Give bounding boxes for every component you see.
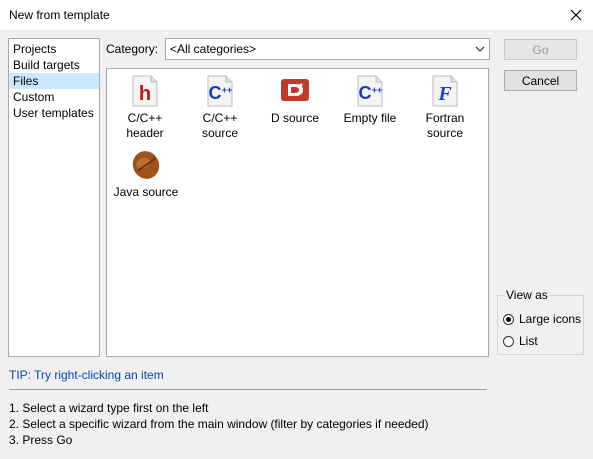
window-title: New from template bbox=[9, 8, 110, 22]
template-c-cpp-source[interactable]: C ++ C/C++ source bbox=[184, 75, 256, 141]
tip-text: TIP: Try right-clicking an item bbox=[9, 368, 164, 382]
template-fortran-source[interactable]: F Fortran source bbox=[409, 75, 481, 141]
cpp-source-icon: C ++ bbox=[207, 75, 233, 107]
go-button[interactable]: Go bbox=[504, 39, 577, 60]
template-grid[interactable]: h C/C++ header C ++ C/C++ source D sourc… bbox=[106, 68, 489, 357]
close-icon bbox=[570, 9, 582, 21]
svg-text:h: h bbox=[139, 83, 151, 105]
instruction-line: 3. Press Go bbox=[9, 433, 73, 447]
template-label: D source bbox=[270, 111, 320, 125]
category-dropdown[interactable]: <All categories> bbox=[165, 38, 490, 60]
divider bbox=[9, 389, 487, 390]
instruction-line: 1. Select a wizard type first on the lef… bbox=[9, 401, 209, 415]
category-label: Category: bbox=[106, 42, 159, 56]
sidebar-item-files[interactable]: Files bbox=[9, 73, 99, 89]
template-label: Empty file bbox=[343, 111, 397, 125]
cancel-button[interactable]: Cancel bbox=[504, 70, 577, 91]
radio-large-icons[interactable]: Large icons bbox=[503, 312, 581, 326]
sidebar-item-user-templates[interactable]: User templates bbox=[9, 105, 99, 121]
svg-text:C: C bbox=[359, 83, 372, 103]
template-label: Fortran bbox=[425, 111, 465, 125]
fortran-source-icon: F bbox=[432, 75, 458, 107]
svg-text:C: C bbox=[209, 83, 222, 103]
svg-text:++: ++ bbox=[372, 85, 383, 95]
instruction-line: 2. Select a specific wizard from the mai… bbox=[9, 417, 429, 431]
empty-file-icon: C ++ bbox=[357, 75, 383, 107]
chevron-down-icon bbox=[475, 46, 485, 52]
svg-text:++: ++ bbox=[222, 85, 233, 95]
template-label: header bbox=[126, 126, 164, 140]
template-c-cpp-header[interactable]: h C/C++ header bbox=[109, 75, 181, 141]
view-as-label: View as bbox=[504, 288, 550, 302]
template-label: C/C++ bbox=[202, 111, 238, 125]
close-button[interactable] bbox=[559, 0, 593, 30]
radio-button-checked-icon[interactable] bbox=[503, 313, 514, 325]
radio-label: List bbox=[519, 334, 538, 348]
sidebar-item-custom[interactable]: Custom bbox=[9, 89, 99, 105]
svg-text:F: F bbox=[437, 83, 452, 105]
wizard-type-list[interactable]: Projects Build targets Files Custom User… bbox=[8, 38, 100, 357]
template-label: source bbox=[426, 126, 464, 140]
sidebar-item-build-targets[interactable]: Build targets bbox=[9, 57, 99, 73]
java-source-icon bbox=[132, 151, 160, 179]
template-java-source[interactable]: Java source bbox=[109, 149, 183, 200]
template-label: source bbox=[201, 126, 239, 140]
title-bar: New from template bbox=[0, 0, 593, 30]
radio-button-icon[interactable] bbox=[503, 335, 514, 347]
template-label: Java source bbox=[113, 185, 179, 199]
d-source-icon bbox=[281, 79, 309, 101]
template-empty-file[interactable]: C ++ Empty file bbox=[334, 75, 406, 126]
sidebar-item-projects[interactable]: Projects bbox=[9, 41, 99, 57]
template-label: C/C++ bbox=[127, 111, 163, 125]
template-d-source[interactable]: D source bbox=[259, 75, 331, 126]
category-value: <All categories> bbox=[170, 42, 257, 56]
radio-list[interactable]: List bbox=[503, 334, 538, 348]
c-header-icon: h bbox=[132, 75, 158, 107]
radio-label: Large icons bbox=[519, 312, 582, 326]
